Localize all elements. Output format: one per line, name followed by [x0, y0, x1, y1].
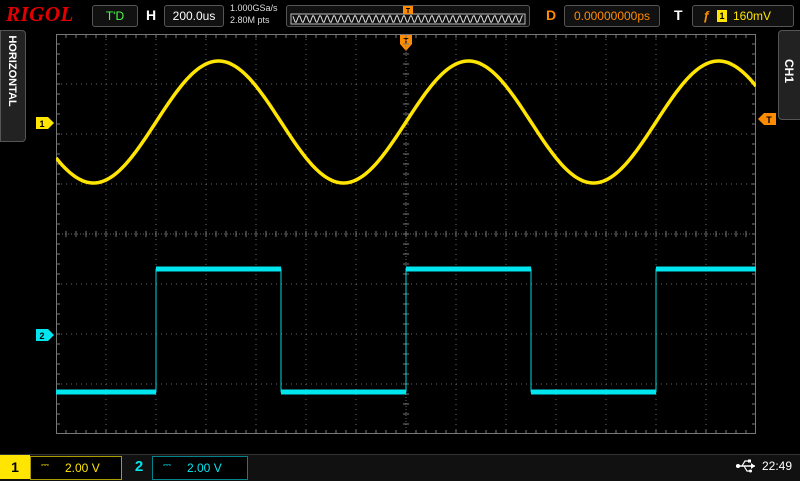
svg-text:1: 1: [39, 119, 44, 129]
memory-depth: 2.80M pts: [230, 15, 270, 25]
svg-text:T: T: [766, 115, 772, 125]
timebase-value[interactable]: 200.0us: [164, 5, 224, 27]
overview-trigger-marker: T: [403, 6, 413, 15]
trigger-level-marker[interactable]: T: [756, 112, 776, 126]
ch1-offset-marker[interactable]: 1: [36, 116, 56, 130]
trigger-source: 1: [717, 10, 727, 22]
delay-value[interactable]: 0.00000000ps: [564, 5, 660, 27]
usb-icon: [736, 459, 755, 473]
clock: 22:49: [762, 459, 793, 473]
dc-coupling-icon: ⎓: [41, 460, 49, 471]
rigol-logo: RIGOL: [6, 2, 74, 26]
ch1-label[interactable]: 1: [0, 455, 30, 479]
ch2-scale: 2.00 V: [187, 461, 222, 475]
horizontal-tab-label: HORIZONTAL: [6, 35, 18, 107]
run-status[interactable]: T'D: [92, 5, 138, 27]
ch2-offset-marker[interactable]: 2: [36, 328, 56, 342]
rising-edge-icon: ƒ: [703, 8, 711, 23]
ch1-scale: 2.00 V: [65, 461, 100, 475]
ch2-label[interactable]: 2: [128, 455, 150, 479]
waveform-display[interactable]: [56, 34, 756, 434]
trigger-settings[interactable]: ƒ 1 160mV: [692, 5, 794, 27]
sample-rate: 1.000GSa/s: [230, 3, 278, 13]
ch1-scale-box[interactable]: ⎓ 2.00 V: [30, 456, 122, 480]
trigger-level: 160mV: [733, 9, 772, 23]
horizontal-label: H: [146, 7, 157, 23]
dc-coupling-icon: ⎓: [163, 460, 171, 471]
ch2-waveform: [56, 268, 756, 393]
overview-waveform: [292, 14, 524, 24]
ch1-tab-label: CH1: [782, 58, 796, 83]
delay-label: D: [546, 7, 557, 23]
svg-text:T: T: [406, 8, 411, 15]
ch2-scale-box[interactable]: ⎓ 2.00 V: [152, 456, 248, 480]
svg-text:2: 2: [39, 331, 44, 341]
memory-overview[interactable]: T: [286, 5, 530, 27]
trigger-label: T: [674, 7, 683, 23]
